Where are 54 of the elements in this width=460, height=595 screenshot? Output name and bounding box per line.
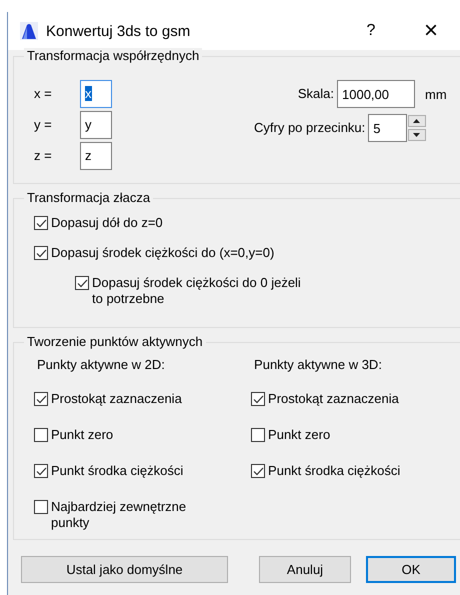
group-title: Transformacja złacza — [24, 190, 154, 206]
close-button[interactable]: × — [416, 17, 446, 45]
input-field[interactable]: 5 — [368, 114, 406, 142]
caret-down-icon — [413, 133, 420, 137]
checkbox[interactable] — [34, 246, 48, 260]
input-field[interactable]: 1000,00 — [337, 80, 415, 108]
ok-button[interactable]: OK — [366, 556, 456, 583]
checkbox-label: Najbardziej zewnętrzne punkty — [51, 499, 188, 531]
checkbox[interactable] — [75, 276, 89, 290]
checkbox[interactable] — [34, 500, 48, 514]
check-icon — [36, 394, 46, 404]
checkbox-label: Dopasuj środek ciężkości do (x=0,y=0) — [51, 245, 274, 261]
checkbox-label: Punkt środka ciężkości — [268, 463, 400, 479]
spin-up-button[interactable] — [408, 115, 426, 127]
checkbox-label: Prostokąt zaznaczenia — [51, 391, 182, 407]
caret-up-icon — [413, 119, 420, 123]
field-label: Skala: — [298, 86, 335, 102]
checkbox[interactable] — [34, 428, 48, 442]
spin-down-button[interactable] — [408, 129, 426, 141]
check-icon — [252, 466, 264, 476]
input-field[interactable]: y — [80, 110, 112, 138]
set-default-button[interactable]: Ustal jako domyślne — [21, 556, 228, 583]
checkbox-label: Punkt środka ciężkości — [51, 463, 184, 479]
field-label: Cyfry po przecinku: — [254, 120, 366, 136]
group-title: Tworzenie punktów aktywnych — [24, 334, 206, 350]
cancel-button[interactable]: Anuluj — [259, 556, 351, 583]
checkbox-label: Dopasuj środek ciężkości do 0 jeżeli to potrzebne — [92, 275, 302, 307]
check-icon — [36, 218, 46, 228]
check-icon — [252, 394, 264, 404]
column-heading: Punkty aktywne w 2D: — [37, 357, 166, 373]
input-field[interactable]: x — [80, 80, 112, 108]
checkbox[interactable] — [34, 216, 48, 230]
input-field[interactable]: z — [80, 142, 112, 170]
help-button[interactable]: ? — [356, 22, 386, 40]
column-heading: Punkty aktywne w 3D: — [254, 357, 383, 373]
check-icon — [36, 248, 46, 258]
checkbox-label: Punkt zero — [51, 427, 114, 443]
window-title: Konwertuj 3ds to gsm — [46, 22, 190, 40]
check-icon — [76, 278, 88, 288]
checkbox[interactable] — [34, 464, 48, 478]
unit-label: mm — [425, 86, 444, 102]
field-label: x = — [34, 86, 53, 101]
app-icon — [20, 22, 38, 40]
checkbox-label: Prostokąt zaznaczenia — [268, 391, 399, 407]
check-icon — [36, 466, 46, 476]
checkbox[interactable] — [251, 392, 266, 406]
checkbox-label: Dopasuj dół do z=0 — [51, 215, 163, 231]
checkbox-label: Punkt zero — [268, 427, 330, 443]
checkbox[interactable] — [251, 464, 266, 478]
checkbox[interactable] — [251, 428, 266, 442]
field-label: z = — [34, 148, 53, 163]
checkbox[interactable] — [34, 392, 48, 406]
group-title: Transformacja współrzędnych — [24, 48, 202, 64]
field-label: y = — [34, 117, 53, 132]
